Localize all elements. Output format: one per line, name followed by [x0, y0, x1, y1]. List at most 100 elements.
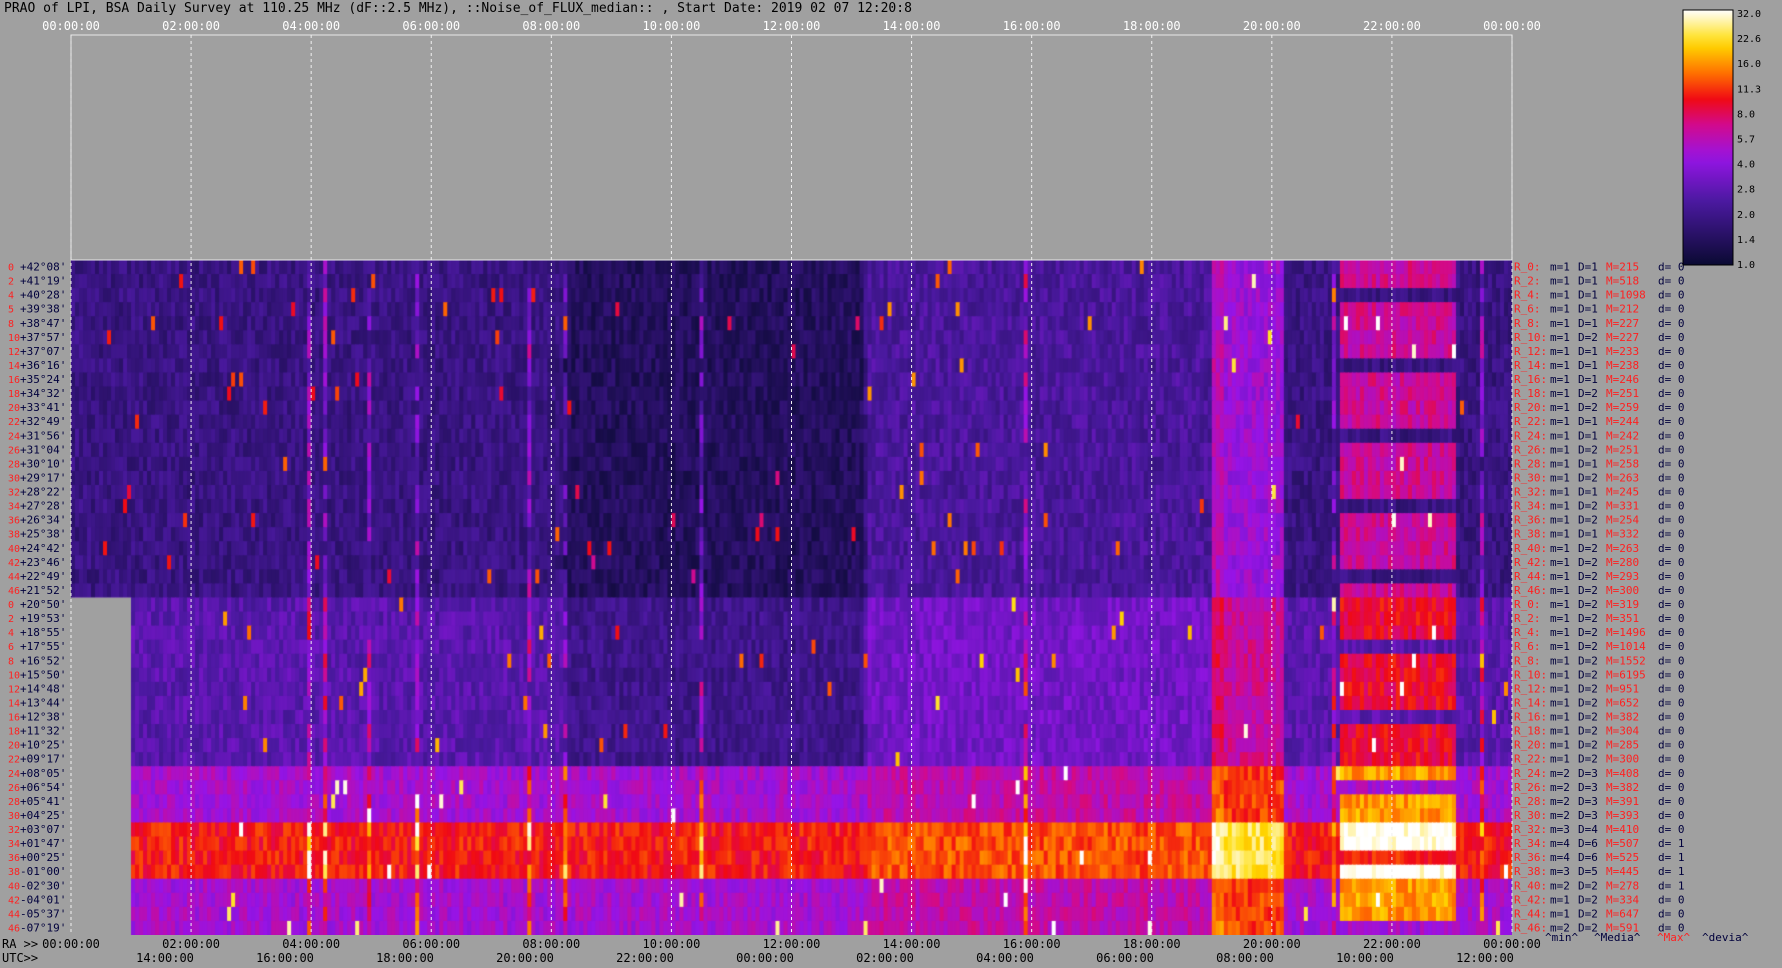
stat-deviation: d= 0: [1658, 654, 1685, 667]
stat-min: m=1: [1550, 711, 1570, 724]
beam-number: 42: [8, 558, 20, 569]
stat-deviation: d= 0: [1658, 542, 1685, 555]
stat-max: M=212: [1606, 303, 1639, 316]
stat-min: m=1: [1550, 570, 1570, 583]
stat-min: m=1: [1550, 542, 1570, 555]
stat-row-id: R_8:: [1514, 654, 1541, 667]
colorbar-tick: 5.7: [1737, 135, 1755, 146]
stat-min: m=1: [1550, 626, 1570, 639]
stat-median: D=2: [1578, 879, 1598, 892]
top-time-tick: 18:00:00: [1123, 19, 1181, 33]
stat-row-id: R_0:: [1514, 598, 1541, 611]
stat-row-id: R_2:: [1514, 612, 1541, 625]
stat-max: M=332: [1606, 528, 1639, 541]
declination-label: +28°22': [20, 486, 66, 499]
stat-max: M=331: [1606, 500, 1639, 513]
ra-tick: 18:00:00: [1123, 937, 1181, 951]
stat-row-id: R_4:: [1514, 626, 1541, 639]
stat-min: m=1: [1550, 556, 1570, 569]
declination-label: +32°49': [20, 415, 66, 428]
stat-max: M=246: [1606, 373, 1639, 386]
beam-number: 36: [8, 516, 20, 527]
stat-median: D=2: [1578, 739, 1598, 752]
stat-deviation: d= 0: [1658, 711, 1685, 724]
declination-label: +33°41': [20, 401, 66, 414]
stat-row-id: R_40:: [1514, 542, 1547, 555]
stat-deviation: d= 0: [1658, 584, 1685, 597]
beam-number: 8: [8, 656, 14, 667]
stat-deviation: d= 0: [1658, 725, 1685, 738]
stat-deviation: d= 0: [1658, 415, 1685, 428]
stat-row-id: R_12:: [1514, 345, 1547, 358]
stat-row-id: R_30:: [1514, 471, 1547, 484]
stat-min: m=1: [1550, 345, 1570, 358]
beam-number: 30: [8, 473, 20, 484]
stat-min: m=1: [1550, 682, 1570, 695]
stat-median: D=1: [1578, 429, 1598, 442]
declination-label: -02°30': [20, 879, 66, 892]
stat-deviation: d= 0: [1658, 486, 1685, 499]
stat-min: m=2: [1550, 809, 1570, 822]
declination-label: +15°50': [20, 668, 66, 681]
stat-deviation: d= 0: [1658, 303, 1685, 316]
stat-row-id: R_42:: [1514, 893, 1547, 906]
stat-deviation: d= 1: [1658, 837, 1685, 850]
beam-number: 38: [8, 867, 20, 878]
beam-number: 36: [8, 853, 20, 864]
stat-row-id: R_20:: [1514, 401, 1547, 414]
stat-deviation: d= 0: [1658, 429, 1685, 442]
colorbar-tick: 2.0: [1737, 210, 1755, 221]
stat-min: m=1: [1550, 429, 1570, 442]
stat-row-id: R_18:: [1514, 387, 1547, 400]
top-time-tick: 02:00:00: [162, 19, 220, 33]
stat-deviation: d= 1: [1658, 865, 1685, 878]
stat-min: m=1: [1550, 443, 1570, 456]
utc-tick: 16:00:00: [256, 951, 314, 965]
top-time-tick: 04:00:00: [282, 19, 340, 33]
stat-max: M=351: [1606, 612, 1639, 625]
stat-deviation: d= 0: [1658, 443, 1685, 456]
stat-min: m=1: [1550, 598, 1570, 611]
stat-row-id: R_0:: [1514, 261, 1541, 274]
stat-max: M=393: [1606, 809, 1639, 822]
stat-deviation: d= 0: [1658, 626, 1685, 639]
stat-row-id: R_28:: [1514, 795, 1547, 808]
stat-max: M=280: [1606, 556, 1639, 569]
utc-tick: 04:00:00: [976, 951, 1034, 965]
stat-min: m=2: [1550, 767, 1570, 780]
top-time-tick: 20:00:00: [1243, 19, 1301, 33]
stat-row-id: R_46:: [1514, 584, 1547, 597]
declination-label: +14°48': [20, 682, 66, 695]
stat-row-id: R_26:: [1514, 781, 1547, 794]
stat-min: m=3: [1550, 823, 1570, 836]
stat-deviation: d= 0: [1658, 753, 1685, 766]
ra-tick: 16:00:00: [1003, 937, 1061, 951]
colorbar-tick: 1.4: [1737, 235, 1755, 246]
declination-label: +23°46': [20, 556, 66, 569]
stat-row-id: R_16:: [1514, 373, 1547, 386]
beam-number: 2: [8, 277, 14, 288]
beam-number: 2: [8, 614, 14, 625]
declination-label: +08°05': [20, 767, 66, 780]
stat-deviation: d= 0: [1658, 696, 1685, 709]
beam-number: 24: [8, 431, 20, 442]
stat-max: M=300: [1606, 753, 1639, 766]
stat-row-id: R_24:: [1514, 767, 1547, 780]
beam-number: 16: [8, 375, 20, 386]
stat-median: D=3: [1578, 795, 1598, 808]
utc-tick: 06:00:00: [1096, 951, 1154, 965]
stat-min: m=1: [1550, 415, 1570, 428]
stat-row-id: R_6:: [1514, 640, 1541, 653]
beam-number: 28: [8, 459, 20, 470]
stat-max: M=382: [1606, 711, 1639, 724]
top-time-tick: 22:00:00: [1363, 19, 1421, 33]
stat-min: m=2: [1550, 795, 1570, 808]
top-time-tick: 06:00:00: [402, 19, 460, 33]
stat-row-id: R_32:: [1514, 823, 1547, 836]
stat-max: M=507: [1606, 837, 1639, 850]
stat-max: M=238: [1606, 359, 1639, 372]
ra-tick: 22:00:00: [1363, 937, 1421, 951]
beam-number: 10: [8, 333, 20, 344]
stat-median: D=2: [1578, 668, 1598, 681]
utc-tick: 14:00:00: [136, 951, 194, 965]
